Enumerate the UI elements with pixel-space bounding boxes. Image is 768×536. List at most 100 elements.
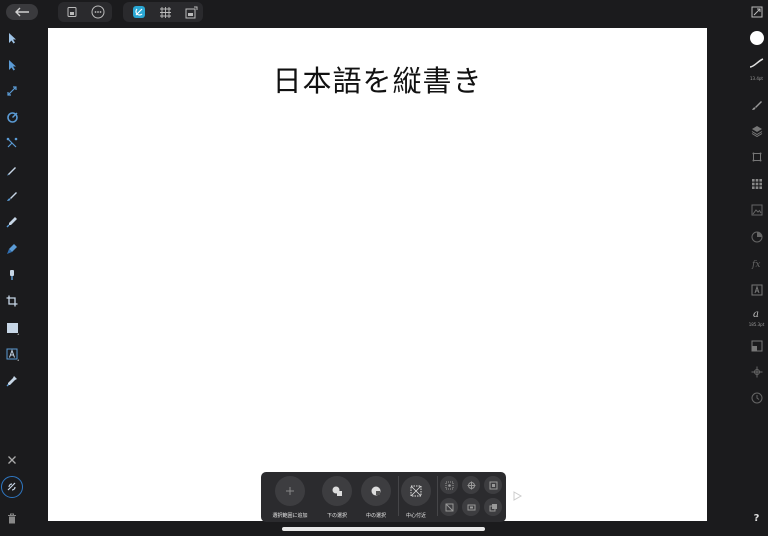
pen-tool[interactable] (3, 213, 21, 231)
canvas-text[interactable]: 日本語を縦書き (48, 58, 707, 100)
near-center-button[interactable] (401, 476, 431, 506)
rectangle-tool[interactable] (3, 319, 21, 337)
intersect-icon (445, 481, 453, 489)
grid-icon (159, 6, 171, 18)
text-styles-button[interactable] (747, 281, 766, 299)
fill-color-swatch[interactable] (747, 29, 766, 47)
svg-text:a: a (753, 309, 759, 319)
anchors-button[interactable] (747, 363, 766, 381)
select-below-label: 下の選択 (326, 513, 347, 519)
text-tool-icon (6, 348, 19, 361)
move-tool-icon (9, 33, 16, 44)
pen-tool-icon (6, 217, 17, 228)
near-center-icon (410, 485, 422, 497)
arrange-button[interactable] (747, 337, 766, 355)
close-icon (8, 456, 16, 464)
stroke-width-label: 13.4pt (749, 76, 763, 81)
align-option-4-button[interactable] (440, 498, 458, 516)
expand-panel-button[interactable] (510, 489, 524, 503)
transform-panel-icon (752, 152, 761, 162)
text-frame-icon (751, 284, 762, 296)
rectangle-tool-icon (6, 322, 19, 335)
brush-icon (751, 101, 762, 110)
app-window: 日本語を縦書き 13.4pt fx a 185.3pt ? 選択範囲に追加 下の… (0, 0, 768, 536)
grid-button[interactable] (157, 4, 173, 20)
effects-button[interactable]: fx (747, 254, 766, 272)
vector-brush-tool-icon (7, 192, 17, 201)
swatches-button[interactable] (747, 175, 766, 193)
move-tool[interactable] (3, 29, 21, 47)
document-button[interactable] (64, 4, 80, 20)
overlap-icon (489, 503, 497, 511)
navigator-icon (751, 6, 762, 18)
select-below-button[interactable] (322, 476, 352, 506)
align-option-1-button[interactable] (440, 476, 458, 494)
text-tool[interactable] (3, 345, 21, 363)
crop-tool[interactable] (3, 292, 21, 310)
vector-brush-tool[interactable] (3, 187, 21, 205)
bounds-icon (445, 503, 453, 511)
add-to-selection-button[interactable] (275, 476, 305, 506)
more-button[interactable] (90, 4, 106, 20)
pencil-tool[interactable] (3, 161, 21, 179)
point-transform-tool[interactable] (3, 134, 21, 152)
align-option-2-button[interactable] (462, 476, 480, 494)
corner-tool-icon (6, 111, 18, 123)
assets-button[interactable] (747, 201, 766, 219)
stroke-button[interactable] (747, 54, 766, 72)
export-icon (185, 6, 197, 18)
lock-button[interactable] (1, 476, 23, 498)
home-indicator (282, 527, 485, 531)
panel-divider (398, 476, 399, 516)
snapping-icon (133, 6, 145, 18)
font-size-label: 185.3pt (748, 322, 765, 327)
eyedropper-tool-icon (6, 376, 17, 387)
eyedropper-tool[interactable] (3, 372, 21, 390)
lock-icon (7, 482, 16, 491)
transform-tool-icon (7, 86, 17, 96)
document-canvas[interactable]: 日本語を縦書き (48, 28, 707, 521)
select-middle-button[interactable] (361, 476, 391, 506)
export-button[interactable] (183, 4, 199, 20)
transparency-tool[interactable] (3, 266, 21, 284)
layers-button[interactable] (747, 122, 766, 140)
frame-icon (489, 481, 497, 489)
navigator-button[interactable] (747, 3, 766, 21)
history-button[interactable] (747, 389, 766, 407)
close-button[interactable] (3, 451, 21, 469)
align-option-6-button[interactable] (484, 498, 502, 516)
add-to-selection-label: 選択範囲に追加 (272, 513, 308, 519)
snapping-button[interactable] (131, 4, 147, 20)
stroke-icon (749, 58, 764, 68)
svg-text:fx: fx (751, 260, 760, 269)
delete-button[interactable] (3, 509, 21, 527)
align-option-5-button[interactable] (462, 498, 480, 516)
studio-panel: 13.4pt fx a 185.3pt ? (745, 0, 768, 536)
near-center-label: 中心付近 (405, 513, 426, 519)
select-below-icon (332, 486, 342, 496)
back-button[interactable] (6, 4, 38, 20)
align-option-3-button[interactable] (484, 476, 502, 494)
brushes-button[interactable] (747, 96, 766, 114)
image-icon (751, 204, 762, 216)
corner-tool[interactable] (3, 108, 21, 126)
help-button[interactable]: ? (747, 509, 766, 527)
trash-icon (8, 513, 16, 523)
anchor-icon (751, 366, 762, 378)
back-arrow-icon (15, 7, 29, 17)
styles-button[interactable] (747, 228, 766, 246)
fx-icon: fx (751, 260, 760, 269)
character-button[interactable]: a (747, 304, 766, 322)
box-icon (467, 504, 475, 510)
tools-panel (0, 26, 24, 536)
select-middle-label: 中の選択 (365, 513, 386, 519)
transform-tool[interactable] (3, 82, 21, 100)
plus-icon (286, 487, 294, 495)
transform-panel-button[interactable] (747, 148, 766, 166)
document-group (58, 2, 112, 22)
node-tool[interactable] (3, 56, 21, 74)
panel-divider (437, 476, 438, 516)
node-tool-icon (9, 60, 16, 71)
fill-color-icon (749, 31, 764, 45)
fill-tool[interactable] (3, 240, 21, 258)
